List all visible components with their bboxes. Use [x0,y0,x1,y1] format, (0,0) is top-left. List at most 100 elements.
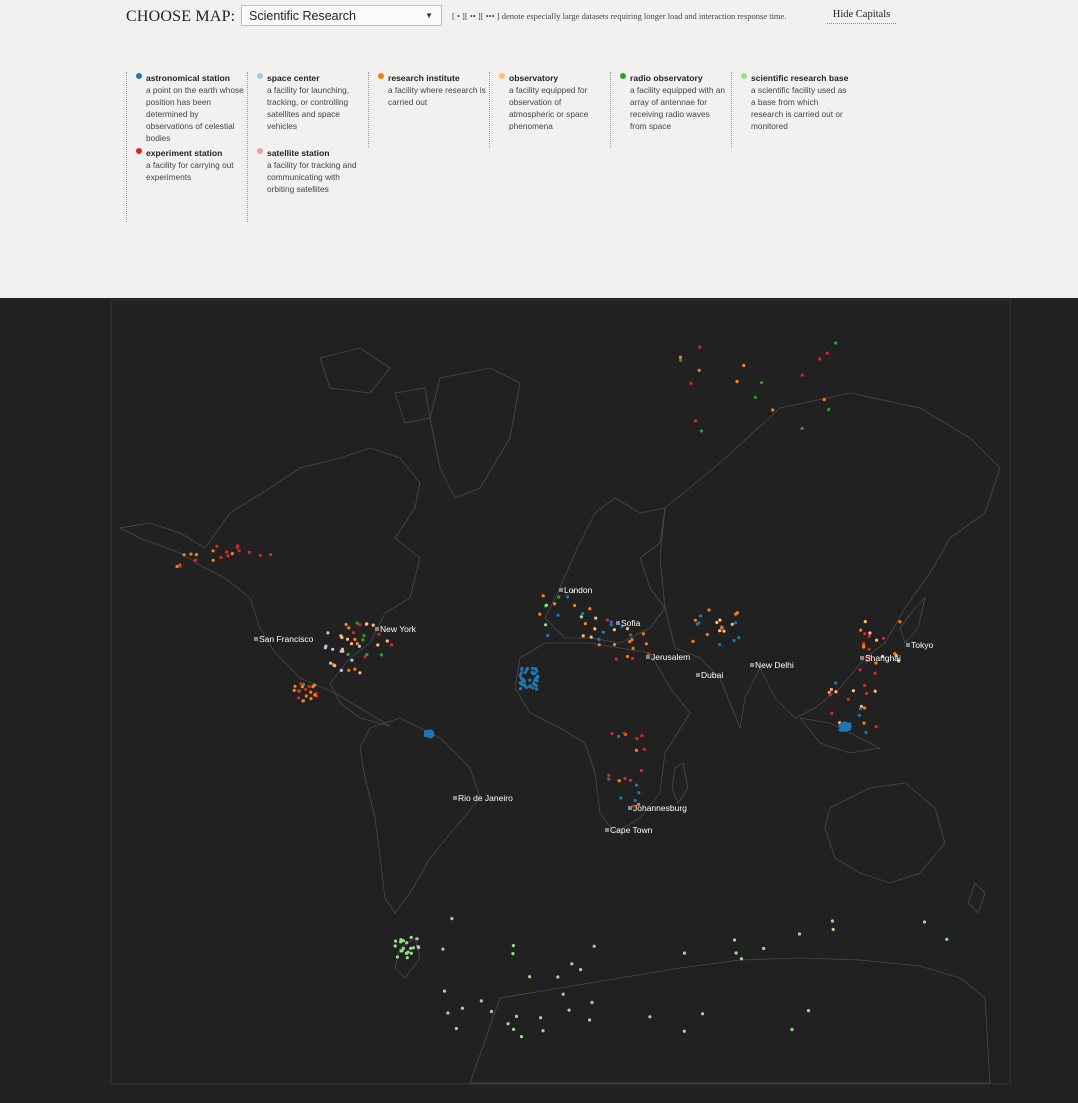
facility-point[interactable] [300,685,304,689]
facility-point[interactable] [489,1009,494,1014]
facility-point[interactable] [581,611,585,616]
facility-point[interactable] [830,711,834,715]
facility-point[interactable] [519,676,523,680]
facility-point[interactable] [588,1018,592,1022]
facility-point[interactable] [301,699,305,703]
facility-point[interactable] [450,917,454,921]
facility-point[interactable] [460,1006,464,1010]
facility-point[interactable] [429,735,433,739]
facility-point[interactable] [628,778,633,782]
legend-item-observatory[interactable]: observatory a facility equipped for obse… [499,72,607,132]
facility-point[interactable] [868,631,872,635]
facility-point[interactable] [874,725,878,729]
facility-point[interactable] [619,796,623,800]
facility-point[interactable] [641,632,646,636]
facility-point[interactable] [235,545,239,549]
facility-point[interactable] [753,395,758,399]
facility-point[interactable] [631,646,635,650]
facility-point[interactable] [376,643,380,647]
facility-point[interactable] [523,684,527,688]
facility-point[interactable] [506,1022,510,1026]
facility-point[interactable] [590,1000,594,1005]
facility-point[interactable] [718,618,722,622]
facility-point[interactable] [429,729,433,733]
facility-point[interactable] [556,975,560,979]
facility-point[interactable] [326,631,330,635]
facility-point[interactable] [588,607,592,611]
facility-point[interactable] [175,564,179,569]
facility-point[interactable] [362,634,366,638]
capital-new-york[interactable]: New York [375,624,417,634]
facility-point[interactable] [399,949,403,953]
facility-point[interactable] [544,603,549,607]
facility-point[interactable] [299,682,303,686]
facility-point[interactable] [379,653,383,657]
facility-point[interactable] [818,357,822,361]
facility-point[interactable] [193,558,198,562]
facility-point[interactable] [699,614,703,618]
facility-point[interactable] [605,618,610,622]
facility-point[interactable] [840,728,844,733]
facility-point[interactable] [898,620,902,624]
facility-point[interactable] [834,681,838,685]
facility-point[interactable] [648,1015,652,1019]
facility-point[interactable] [353,667,357,671]
facility-point[interactable] [644,642,649,646]
facility-point[interactable] [304,687,308,691]
facility-point[interactable] [194,553,198,557]
facility-point[interactable] [393,944,397,948]
facility-point[interactable] [389,643,394,647]
facility-point[interactable] [313,683,317,687]
facility-point[interactable] [609,623,613,627]
facility-point[interactable] [834,341,838,345]
facility-point[interactable] [347,668,351,672]
facility-point[interactable] [760,381,764,385]
facility-point[interactable] [415,937,419,941]
facility-point[interactable] [699,429,704,433]
facility-point[interactable] [541,594,545,598]
facility-point[interactable] [307,684,311,688]
facility-point[interactable] [614,657,618,661]
facility-point[interactable] [689,381,693,385]
facility-point[interactable] [589,635,593,639]
world-map[interactable]: London Sofia New York San Francisco Jeru… [0,298,1078,1103]
facility-point[interactable] [479,999,483,1003]
facility-point[interactable] [859,628,863,632]
facility-point[interactable] [211,549,215,553]
facility-point[interactable] [313,693,317,697]
facility-point[interactable] [405,941,409,945]
facility-point[interactable] [628,633,633,637]
facility-point[interactable] [546,633,550,638]
facility-point[interactable] [358,623,362,627]
facility-point[interactable] [226,554,230,558]
facility-point[interactable] [875,638,879,642]
facility-point[interactable] [862,706,867,710]
facility-point[interactable] [556,613,560,617]
capital-sofia[interactable]: Sofia [616,618,641,628]
capital-cape-town[interactable]: Cape Town [605,825,653,835]
capital-london[interactable]: London [559,585,593,595]
facility-point[interactable] [525,666,530,670]
hide-capitals-button[interactable]: Hide Capitals [827,9,896,24]
facility-point[interactable] [344,622,348,627]
facility-point[interactable] [630,638,634,642]
facility-point[interactable] [570,962,574,966]
facility-point[interactable] [409,935,413,940]
facility-point[interactable] [707,608,711,612]
facility-point[interactable] [292,688,296,692]
facility-point[interactable] [945,937,949,941]
facility-point[interactable] [528,975,532,979]
facility-point[interactable] [411,946,415,950]
facility-point[interactable] [841,721,845,726]
facility-point[interactable] [682,1029,686,1033]
facility-point[interactable] [296,689,300,693]
facility-point[interactable] [715,620,719,625]
facility-point[interactable] [732,639,736,643]
facility-point[interactable] [845,728,849,732]
facility-point[interactable] [269,553,273,557]
facility-point[interactable] [851,689,856,693]
facility-point[interactable] [858,707,863,711]
facility-point[interactable] [394,939,398,943]
facility-point[interactable] [634,748,639,752]
facility-point[interactable] [698,345,702,349]
